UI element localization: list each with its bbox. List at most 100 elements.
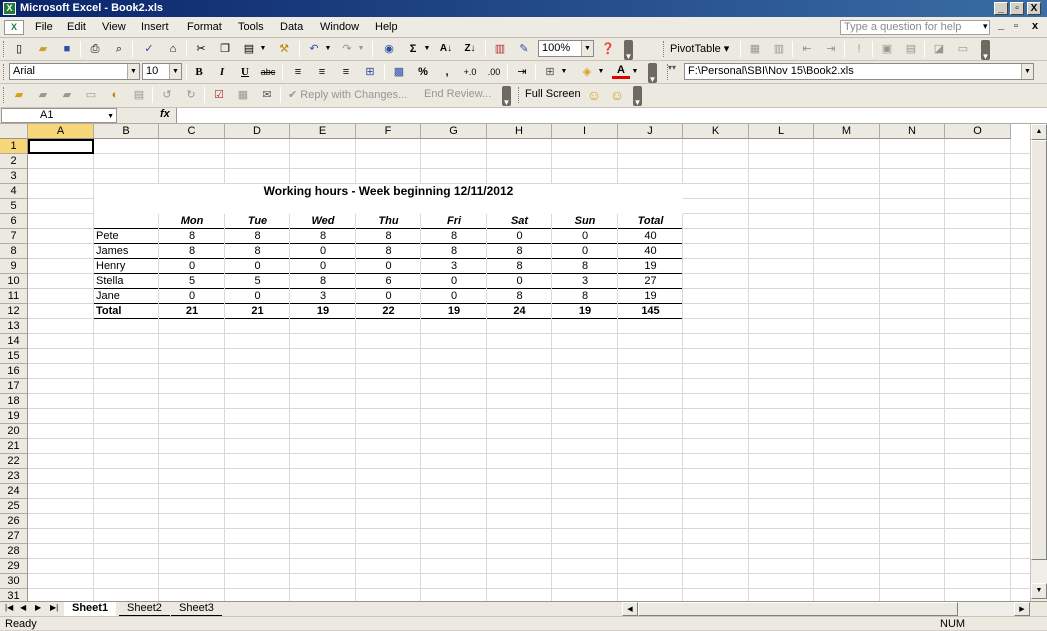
data-cell[interactable]: 3 [552,274,618,289]
help-icon[interactable]: ❓ [599,40,617,58]
autosum-icon[interactable]: Σ [404,40,422,58]
chart-wizard-icon[interactable]: ▥ [491,40,509,58]
workbook-icon[interactable]: X [4,20,24,35]
font-color-dropdown-icon[interactable]: ▼ [630,63,640,81]
full-screen-button[interactable]: Full Screen [525,88,581,100]
row-header-10[interactable]: 10 [0,274,28,289]
column-header-j[interactable]: J [618,124,683,139]
toolbar-grip[interactable] [3,87,6,103]
data-cell[interactable]: 8 [159,229,225,244]
data-cell[interactable]: 0 [159,289,225,304]
chevron-down-icon[interactable]: ▼ [169,64,181,79]
data-cell[interactable]: 0 [290,259,356,274]
column-heading[interactable]: Fri [421,214,487,229]
data-cell[interactable]: 0 [421,274,487,289]
data-cell[interactable]: 0 [225,289,290,304]
sort-descending-icon[interactable]: Z↓ [461,40,479,58]
row-header-3[interactable]: 3 [0,169,28,184]
include-hidden-icon[interactable]: ▣ [878,40,896,58]
mail-recipient-icon[interactable]: ✉ [258,86,276,104]
data-cell[interactable]: 0 [159,259,225,274]
row-header-7[interactable]: 7 [0,229,28,244]
vertical-scrollbar[interactable]: ▲ ▼ [1030,124,1047,601]
increase-indent-icon[interactable]: ⇥ [513,63,531,81]
total-cell[interactable]: 21 [159,304,225,319]
column-header-l[interactable]: L [749,124,814,139]
increase-decimal-icon[interactable]: +.0 [461,63,479,81]
total-cell[interactable]: 24 [487,304,552,319]
row-header-18[interactable]: 18 [0,394,28,409]
row-header-24[interactable]: 24 [0,484,28,499]
row-header-30[interactable]: 30 [0,574,28,589]
row-header-21[interactable]: 21 [0,439,28,454]
ask-dropdown-icon[interactable]: ▾ [983,21,988,32]
excel-icon[interactable]: X [3,2,16,15]
row-header-15[interactable]: 15 [0,349,28,364]
menu-edit[interactable]: Edit [67,21,86,33]
zoom-select[interactable]: 100% ▼ [538,40,594,57]
column-heading[interactable]: Wed [290,214,356,229]
scroll-thumb[interactable] [1031,140,1047,560]
doc-close-button[interactable]: x [1032,20,1038,32]
data-cell[interactable]: 19 [618,289,683,304]
reply-with-changes-button[interactable]: ✔ Reply with Changes... [288,88,407,101]
percent-icon[interactable]: % [414,63,432,81]
toolbar-options-icon[interactable]: ▼ [502,86,511,107]
data-cell[interactable]: 8 [159,244,225,259]
drawing-icon[interactable]: ✎ [515,40,533,58]
fill-color-icon[interactable]: ◈ [578,63,596,81]
format-painter-icon[interactable]: ⚒ [275,40,293,58]
row-header-1[interactable]: 1 [0,139,28,154]
data-cell[interactable]: 3 [421,259,487,274]
font-name-select[interactable]: Arial ▼ [9,63,140,80]
menu-view[interactable]: View [102,21,126,33]
worksheet-grid[interactable]: ABCDEFGHIJKLMNO 1 2 3 4 5 6 7 8 9 10 11 12 13 14 15 16 1… [0,124,1030,601]
first-sheet-icon[interactable]: |◀ [5,603,13,612]
font-color-icon[interactable]: A [612,63,630,79]
chevron-down-icon[interactable]: ▼ [107,110,114,123]
italic-icon[interactable]: I [213,63,231,81]
column-header-n[interactable]: N [880,124,945,139]
row-header-17[interactable]: 17 [0,379,28,394]
data-cell[interactable]: 0 [487,274,552,289]
data-cell[interactable]: 27 [618,274,683,289]
new-comment-icon[interactable]: ▰ [10,86,28,104]
data-cell[interactable]: 19 [618,259,683,274]
address-field[interactable]: F:\Personal\SBI\Nov 15\Book2.xls ▼ [684,63,1034,80]
align-center-icon[interactable]: ≡ [313,63,331,81]
data-cell[interactable]: 6 [356,274,421,289]
decrease-decimal-icon[interactable]: .00 [485,63,503,81]
row-header-13[interactable]: 13 [0,319,28,334]
row-header-25[interactable]: 25 [0,499,28,514]
menu-insert[interactable]: Insert [141,21,169,33]
field-settings-icon[interactable]: ◪ [930,40,948,58]
total-label[interactable]: Total [94,304,159,319]
field-list-icon[interactable]: ▭ [954,40,972,58]
menu-tools[interactable]: Tools [238,21,264,33]
toolbar-grip[interactable] [663,41,666,57]
column-header-e[interactable]: E [290,124,356,139]
row-header-9[interactable]: 9 [0,259,28,274]
row-header-12[interactable]: 12 [0,304,28,319]
column-heading[interactable]: Sun [552,214,618,229]
redo-icon[interactable]: ↷ [338,40,356,58]
row-header-27[interactable]: 27 [0,529,28,544]
sheet-title[interactable]: Working hours - Week beginning 12/11/201… [94,184,683,199]
sheet-tab-sheet1[interactable]: Sheet1 [64,602,117,616]
autosum-dropdown-icon[interactable]: ▼ [422,40,432,58]
row-header-31[interactable]: 31 [0,589,28,601]
data-cell[interactable]: 8 [356,244,421,259]
row-header-6[interactable]: 6 [0,214,28,229]
data-cell[interactable]: 8 [552,259,618,274]
fx-icon[interactable]: fx [160,108,170,120]
data-cell[interactable]: 0 [552,244,618,259]
toolbar-grip[interactable] [3,41,6,57]
data-cell[interactable]: 0 [290,244,356,259]
column-header-m[interactable]: M [814,124,880,139]
paste-icon[interactable]: ▤ [240,40,258,58]
ask-question-input[interactable]: Type a question for help [840,20,990,35]
toolbar-options-icon[interactable]: ▼ [624,40,633,61]
scroll-up-icon[interactable]: ▲ [1031,124,1047,140]
save-icon[interactable]: ■ [58,40,76,58]
data-cell[interactable]: 0 [356,259,421,274]
